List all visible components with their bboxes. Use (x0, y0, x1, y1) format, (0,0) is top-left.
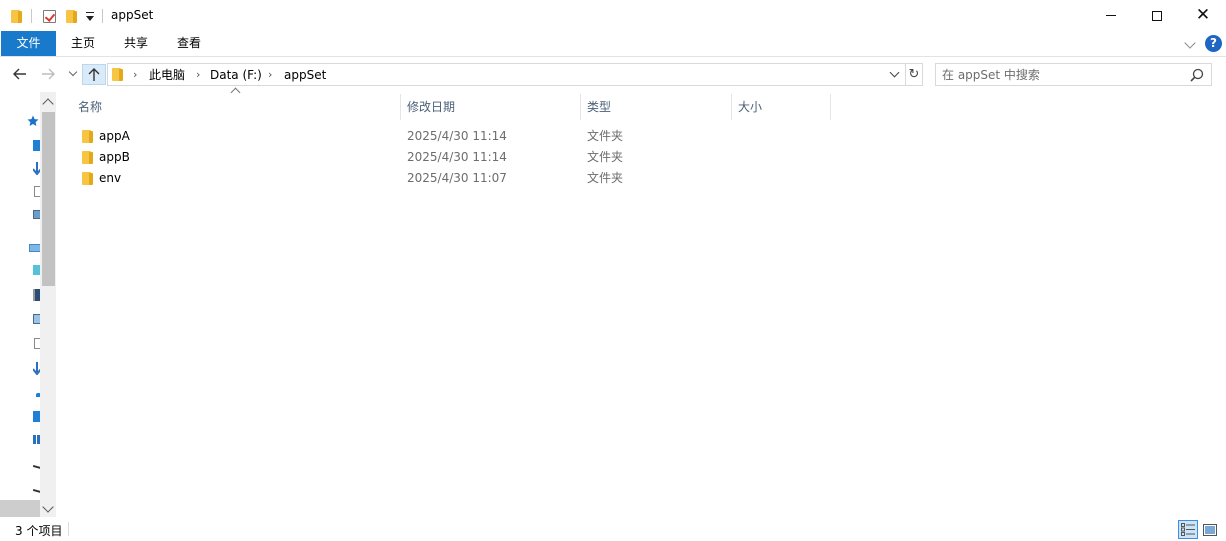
breadcrumb-drive[interactable]: Data (F:) (210, 67, 262, 83)
breadcrumb-separator-icon[interactable]: › (133, 67, 137, 83)
file-row[interactable]: appB 2025/4/30 11:14 文件夹 (78, 147, 838, 168)
title-bar: appSet ✕ (0, 0, 1226, 31)
file-modified: 2025/4/30 11:14 (407, 150, 507, 164)
up-button[interactable] (82, 64, 106, 85)
search-input[interactable] (942, 67, 1182, 83)
details-view-icon (1181, 523, 1195, 536)
folder-icon[interactable] (9, 7, 23, 25)
column-header-type[interactable]: 类型 (581, 94, 731, 120)
file-name: env (99, 171, 122, 185)
toolbar-divider (102, 9, 103, 23)
breadcrumb-separator-icon[interactable]: › (196, 67, 200, 83)
new-folder-icon[interactable] (64, 7, 78, 25)
item-count: 3 个项目 (15, 524, 63, 538)
chevron-down-icon (68, 67, 78, 77)
column-divider[interactable] (830, 94, 831, 120)
refresh-icon: ↻ (908, 67, 920, 82)
up-arrow-icon (88, 67, 100, 81)
column-header-name[interactable]: 名称 (72, 94, 400, 120)
folder-icon (82, 130, 93, 143)
recent-locations-button[interactable] (66, 64, 80, 84)
breadcrumb-separator-icon[interactable]: › (268, 67, 272, 83)
help-icon[interactable]: ? (1205, 35, 1222, 52)
minimize-button[interactable] (1088, 0, 1134, 31)
search-icon[interactable] (1190, 68, 1204, 82)
forward-button[interactable] (38, 64, 58, 84)
back-button[interactable] (10, 64, 30, 84)
nav-pane-scroll-thumb[interactable] (42, 112, 55, 286)
folder-icon (82, 172, 93, 185)
quick-access-star-icon[interactable] (27, 115, 39, 127)
maximize-icon (1152, 10, 1162, 21)
back-arrow-icon (13, 68, 26, 80)
refresh-button[interactable]: ↻ (906, 63, 923, 86)
tab-file[interactable]: 文件 (1, 31, 56, 56)
file-row[interactable]: env 2025/4/30 11:07 文件夹 (78, 168, 838, 189)
toolbar-divider (31, 9, 32, 23)
file-type: 文件夹 (587, 129, 624, 143)
tab-home[interactable]: 主页 (62, 31, 104, 56)
folder-icon (82, 151, 93, 164)
file-type: 文件夹 (587, 171, 624, 185)
window-title: appSet (111, 8, 154, 22)
customize-toolbar-dropdown-icon[interactable] (84, 7, 96, 25)
file-row[interactable]: appA 2025/4/30 11:14 文件夹 (78, 126, 838, 147)
large-icons-view-button[interactable] (1200, 520, 1220, 539)
folder-icon (112, 68, 123, 81)
file-name: appA (99, 129, 130, 143)
column-header-size[interactable]: 大小 (732, 94, 830, 120)
breadcrumb-this-pc[interactable]: 此电脑 (149, 67, 185, 83)
ribbon: 文件 主页 共享 查看 ? (0, 31, 1226, 57)
close-button[interactable]: ✕ (1180, 0, 1226, 31)
file-modified: 2025/4/30 11:14 (407, 129, 507, 143)
maximize-button[interactable] (1134, 0, 1180, 31)
file-type: 文件夹 (587, 150, 624, 164)
nav-pane-horizontal-scrollbar[interactable] (0, 500, 40, 517)
large-icons-view-icon (1203, 523, 1217, 536)
search-box[interactable] (935, 63, 1212, 86)
close-icon: ✕ (1195, 5, 1211, 25)
expand-ribbon-chevron-icon[interactable] (1184, 37, 1196, 49)
file-modified: 2025/4/30 11:07 (407, 171, 507, 185)
status-bar: 3 个项目 (0, 517, 1226, 541)
details-view-button[interactable] (1178, 520, 1198, 539)
file-name: appB (99, 150, 130, 164)
breadcrumb-current-folder[interactable]: appSet (284, 67, 326, 83)
tab-view[interactable]: 查看 (168, 31, 210, 56)
forward-arrow-icon (42, 68, 55, 80)
status-divider (68, 522, 69, 536)
minimize-icon (1106, 15, 1116, 16)
address-bar[interactable]: › 此电脑 › Data (F:) › appSet (107, 63, 906, 86)
tab-share[interactable]: 共享 (115, 31, 157, 56)
properties-icon[interactable] (41, 7, 57, 25)
column-header-modified[interactable]: 修改日期 (401, 94, 580, 120)
